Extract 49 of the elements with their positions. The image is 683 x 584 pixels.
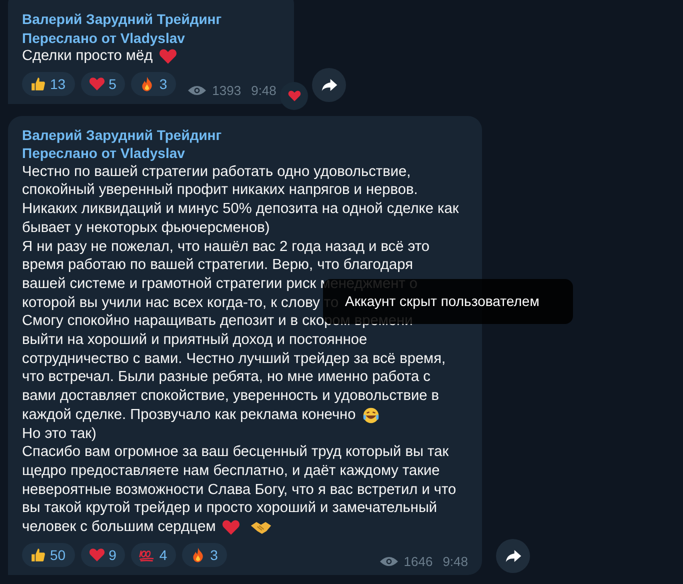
message-text: каждой сделке. Прозвучало как реклама конечно (22, 406, 356, 425)
message-text: время работаю по вашей стратегии. Верю, что благодаря (22, 256, 414, 275)
thumbs-up-icon (30, 76, 46, 92)
message-text: вами доставляет спокойствие, уверенность и удовольствие в (22, 387, 440, 406)
message-text: Честно по вашей стратегии работать одно удовольствие, (22, 162, 411, 182)
share-icon (320, 78, 338, 92)
message-text: Смогу спокойно наращивать депозит и в скором времени (22, 312, 413, 332)
message-text: выйти на хороший и приятный доход и постоянное (22, 331, 368, 350)
my-reaction-badge[interactable] (280, 82, 308, 110)
message-text: бывает у некоторых фьючерсменов) (22, 218, 270, 238)
message-text: Сделки просто мёд (22, 47, 153, 66)
share-button[interactable] (496, 538, 530, 573)
message-text: Спасибо вам огромное за ваш бесценный труд который вы так (22, 443, 449, 462)
message-time: 9:48 (442, 554, 468, 569)
reaction-button[interactable]: 9 (80, 542, 126, 567)
view-count: 1646 (404, 554, 433, 569)
reaction-button[interactable]: 13 (22, 72, 75, 96)
views-icon (380, 556, 398, 567)
heart-icon (288, 90, 301, 102)
reaction-button[interactable]: 50 (22, 542, 75, 567)
heart-icon (88, 76, 105, 92)
message-text: сотрудничество с вами. Честно лучший трейдер за всё время, (22, 350, 446, 368)
channel-name[interactable]: Валерий Зарудний Трейдинг (22, 126, 468, 144)
message-text: Никаких ликвидаций и минус 50% депозита на одной сделке как (22, 200, 459, 219)
message-text: щедро предоставляете нам бесплатно, и даёт каждому такие (22, 462, 440, 481)
heart-icon (222, 518, 240, 536)
message-time: 9:48 (251, 82, 276, 98)
message-text: человек с большим сердцем (22, 518, 216, 537)
heart-icon (88, 546, 105, 563)
heart-icon (158, 48, 177, 65)
channel-name[interactable]: Валерий Зарудний Трейдинг (22, 10, 280, 28)
view-count: 1393 (212, 82, 242, 98)
share-button[interactable] (312, 68, 346, 102)
message-text: Я ни разу не пожелал, что нашёл вас 2 года назад и всё это (22, 238, 430, 256)
laughing-face-icon (362, 406, 380, 424)
reaction-button[interactable]: 4 (131, 542, 176, 567)
reaction-button[interactable]: 3 (131, 72, 176, 96)
share-icon (504, 548, 522, 563)
forwarded-from[interactable]: Переслано от Vladyslav (22, 144, 468, 163)
message-text: Но это так) (22, 424, 96, 444)
message-text: невероятные возможности Слава Богу, что я вас встретил и что (22, 480, 456, 500)
forwarded-from[interactable]: Переслано от Vladyslav (22, 28, 280, 47)
message-text: что встречал. Были разные ребята, но мне именно работа с (22, 368, 430, 388)
message-text: спокойный уверенный профит никаких напрягов и нервов. (22, 181, 418, 200)
message-text: вы такой крутой трейдер и просто хороший и замечательный (22, 499, 438, 518)
reaction-button[interactable]: 3 (182, 542, 227, 567)
views-icon (188, 84, 206, 96)
reaction-button[interactable]: 5 (80, 72, 126, 96)
thumbs-up-icon (30, 546, 46, 563)
